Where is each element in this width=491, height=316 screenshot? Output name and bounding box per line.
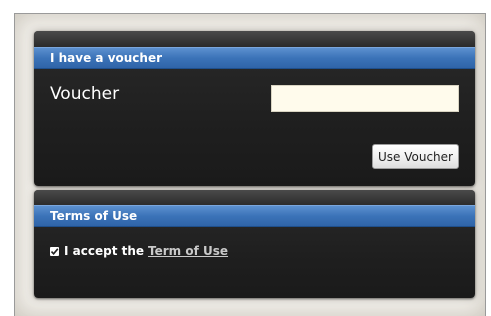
- accept-terms-row: I accept the Term of Use: [50, 244, 228, 258]
- voucher-panel-header: I have a voucher: [34, 47, 475, 69]
- use-voucher-button[interactable]: Use Voucher: [372, 144, 459, 169]
- voucher-panel: I have a voucher Voucher Use Voucher: [34, 31, 475, 186]
- accept-terms-checkbox[interactable]: [50, 246, 59, 256]
- voucher-label: Voucher: [50, 84, 120, 104]
- accept-terms-label: I accept the: [64, 244, 145, 258]
- terms-panel-header: Terms of Use: [34, 205, 475, 227]
- terms-panel: Terms of Use I accept the Term of Use: [34, 190, 475, 298]
- terms-of-use-link[interactable]: Term of Use: [148, 244, 228, 258]
- checkmark-icon: [50, 247, 59, 255]
- voucher-input[interactable]: [271, 85, 459, 112]
